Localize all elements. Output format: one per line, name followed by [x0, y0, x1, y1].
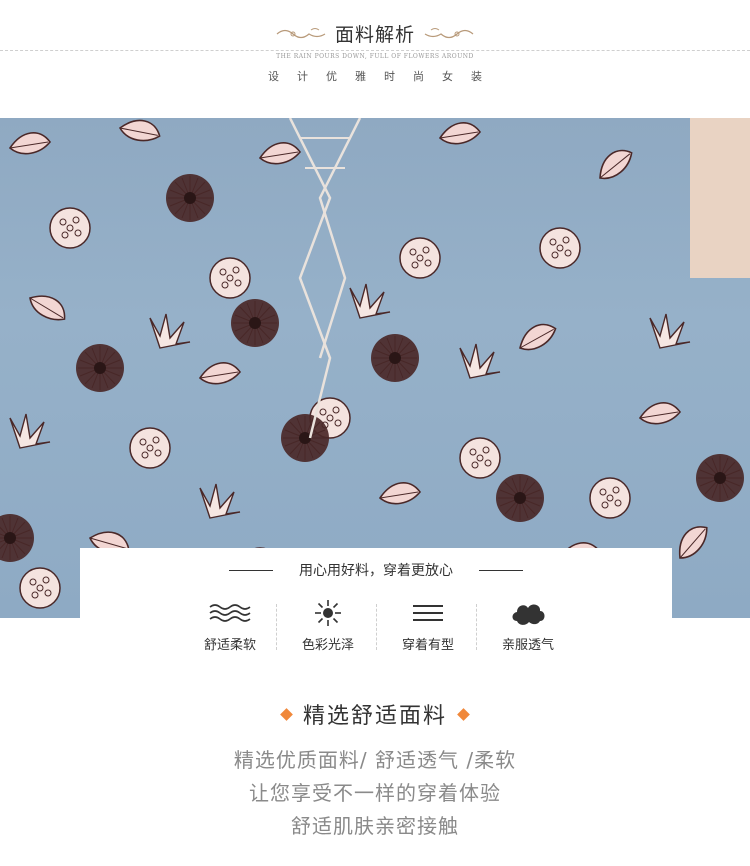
lines-icon [413, 605, 443, 621]
feature-list: 舒适柔软 色彩光泽 穿着有型 亲服透气 [180, 598, 572, 660]
feature-label: 舒适柔软 [203, 638, 256, 653]
section-title-text: 精选舒适面料 [302, 704, 447, 729]
card-title: 用心用好料，穿着更放心 [299, 563, 453, 579]
subtitle-english: THE RAIN POURS DOWN, FULL OF FLOWERS ARO… [276, 53, 474, 60]
sun-icon [315, 600, 341, 626]
wave-icon [209, 604, 251, 622]
ornament-right-icon [424, 27, 474, 38]
feature-label: 色彩光泽 [301, 638, 354, 653]
divider-right [479, 569, 523, 571]
feature-card: 用心用好料，穿着更放心 舒适柔软 色彩光泽 穿着有型 亲服透气 [80, 548, 672, 668]
feature-shape: 穿着有型 [378, 598, 478, 660]
description-line-1: 精选优质面料/ 舒适透气 /柔软 [233, 748, 517, 772]
header: 面料解析 THE RAIN POURS DOWN, FULL OF FLOWER… [0, 0, 750, 118]
ornament-left-icon [276, 27, 326, 38]
diamond-icon [280, 707, 293, 721]
feature-breathable: 亲服透气 [478, 598, 578, 660]
section-title: 精选舒适面料 [0, 698, 750, 730]
feature-color: 色彩光泽 [278, 598, 378, 660]
divider-left [229, 569, 273, 571]
diamond-icon [457, 707, 470, 721]
fabric-photo [0, 118, 750, 618]
feature-soft: 舒适柔软 [180, 598, 280, 660]
description-line-2: 让您享受不一样的穿着体验 [249, 781, 501, 805]
subtitle-chinese: 设计优雅时尚女装 [268, 70, 500, 83]
feature-label: 亲服透气 [501, 638, 554, 653]
floral-pattern-image [0, 118, 750, 613]
card-header: 用心用好料，穿着更放心 [80, 560, 672, 580]
description-line-3: 舒适肌肤亲密接触 [291, 814, 459, 838]
separator [276, 604, 277, 650]
page-title: 面料解析 [334, 24, 415, 46]
separator [476, 604, 477, 650]
divider [0, 50, 750, 51]
cloud-icon [512, 604, 545, 625]
feature-label: 穿着有型 [401, 638, 454, 653]
separator [376, 604, 377, 650]
title-row: 面料解析 [0, 20, 750, 47]
